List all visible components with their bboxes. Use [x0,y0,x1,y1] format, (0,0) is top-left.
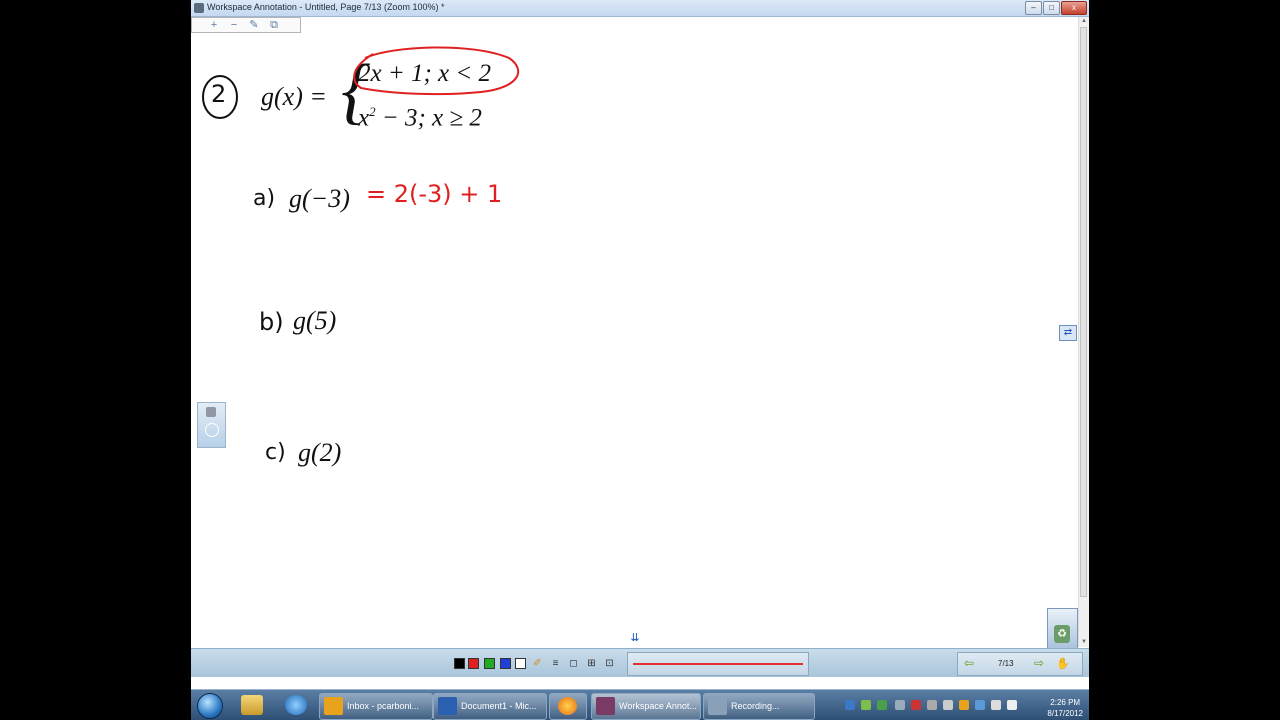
clock-time: 2:26 PM [1050,698,1081,707]
scroll-down-icon[interactable]: ▼ [1079,638,1089,647]
device-icon[interactable] [895,700,905,710]
ie-icon[interactable] [285,695,307,715]
grid-icon[interactable]: ⊞ [585,657,598,670]
part-b-expression: g(5) [293,306,337,335]
outlook-icon [324,697,343,715]
prev-page-icon[interactable]: ⇦ [964,656,974,670]
color-swatch-black[interactable] [454,658,465,669]
task-firefox[interactable] [549,693,587,720]
part-c-label: c) [265,440,286,465]
window-title: Workspace Annotation - Untitled, Page 7/… [207,2,445,12]
alert-icon[interactable] [911,700,921,710]
recording-icon [708,697,727,715]
scroll-up-icon[interactable]: ▲ [1079,17,1089,26]
task-word[interactable]: Document1 - Mic... [433,693,547,720]
plus-icon[interactable]: + [206,19,222,32]
color-swatch-blue[interactable] [500,658,511,669]
maximize-button[interactable]: □ [1043,1,1060,15]
task-outlook[interactable]: Inbox - pcarboni... [319,693,433,720]
edit-icon[interactable]: ✎ [246,19,262,32]
recycle-icon: ♻ [1054,625,1070,643]
user-tray-icon[interactable] [975,700,985,710]
annotation-toolbar: + − ✎ ⧉ [191,17,301,33]
word-icon [438,697,457,715]
lasso-icon[interactable]: ⊡ [603,657,616,670]
page-navigator: ⇦ 7/13 ⇨ ✋ [957,652,1083,676]
task-workspace[interactable]: Workspace Annot... [591,693,701,720]
network-status-icon[interactable] [861,700,871,710]
color-swatch-green[interactable] [484,658,495,669]
task-recording[interactable]: Recording... [703,693,815,720]
security-icon[interactable] [877,700,887,710]
minimize-button[interactable]: – [1025,1,1042,15]
red-circle-annotation [353,46,520,96]
network-icon[interactable] [991,700,1001,710]
start-button[interactable] [197,693,223,719]
expand-toolbar-icon[interactable]: ⇊ [627,631,643,645]
highlighter-icon[interactable]: ✐ [531,657,544,670]
minus-icon[interactable]: − [226,19,242,32]
copy-icon[interactable]: ⧉ [266,19,282,32]
explorer-icon[interactable] [241,695,263,715]
side-panel-tab[interactable] [197,402,226,448]
app-icon [194,3,204,13]
part-b-label: b) [259,308,284,336]
volume-icon[interactable] [1007,700,1017,710]
settings-icon[interactable] [205,423,219,437]
firefox-icon [558,697,577,715]
eraser-icon[interactable]: ◻ [567,657,580,670]
clock-date: 8/17/2012 [1047,709,1083,718]
problem-number: 2 [211,80,227,108]
swap-side-icon[interactable]: ⇄ [1059,325,1077,341]
clock[interactable]: 2:26 PM 8/17/2012 [1047,697,1083,719]
app-window: Workspace Annotation - Untitled, Page 7/… [191,0,1089,720]
scrollbar-thumb[interactable] [1080,27,1087,597]
recycle-bin-widget[interactable]: ♻ [1047,608,1078,650]
page-indicator: 7/13 [998,659,1014,668]
printer-icon[interactable] [943,700,953,710]
line-width-icon[interactable]: ≡ [549,657,562,670]
usb-icon[interactable] [927,700,937,710]
pen-preview[interactable] [627,652,809,676]
part-a-label: a) [253,186,276,211]
part-c-expression: g(2) [298,438,342,467]
close-button[interactable]: x [1061,1,1087,15]
pen-toolbar: ✐ ≡ ◻ ⊞ ⊡ ⇦ 7/13 ⇨ ✋ [191,648,1089,677]
bluetooth-icon[interactable] [845,700,855,710]
next-page-icon[interactable]: ⇨ [1034,656,1044,670]
color-swatch-white[interactable] [515,658,526,669]
title-bar: Workspace Annotation - Untitled, Page 7/… [191,0,1089,17]
piecewise-case-2: x2 − 3; x ≥ 2 [358,104,482,132]
taskbar: Inbox - pcarboni... Document1 - Mic... W… [191,689,1089,720]
part-a-work: = 2(-3) + 1 [366,180,503,208]
function-lhs: g(x) = [261,82,327,111]
pen-preview-line [633,663,803,665]
trash-icon[interactable] [206,407,216,417]
part-a-expression: g(−3) [289,184,350,213]
hand-icon[interactable]: ✋ [1056,657,1070,670]
workspace-icon [596,697,615,715]
system-tray: 2:26 PM 8/17/2012 [841,694,1089,718]
office-tray-icon[interactable] [959,700,969,710]
color-swatch-red[interactable] [468,658,479,669]
vertical-scrollbar[interactable]: ▲ ▼ [1078,17,1089,647]
